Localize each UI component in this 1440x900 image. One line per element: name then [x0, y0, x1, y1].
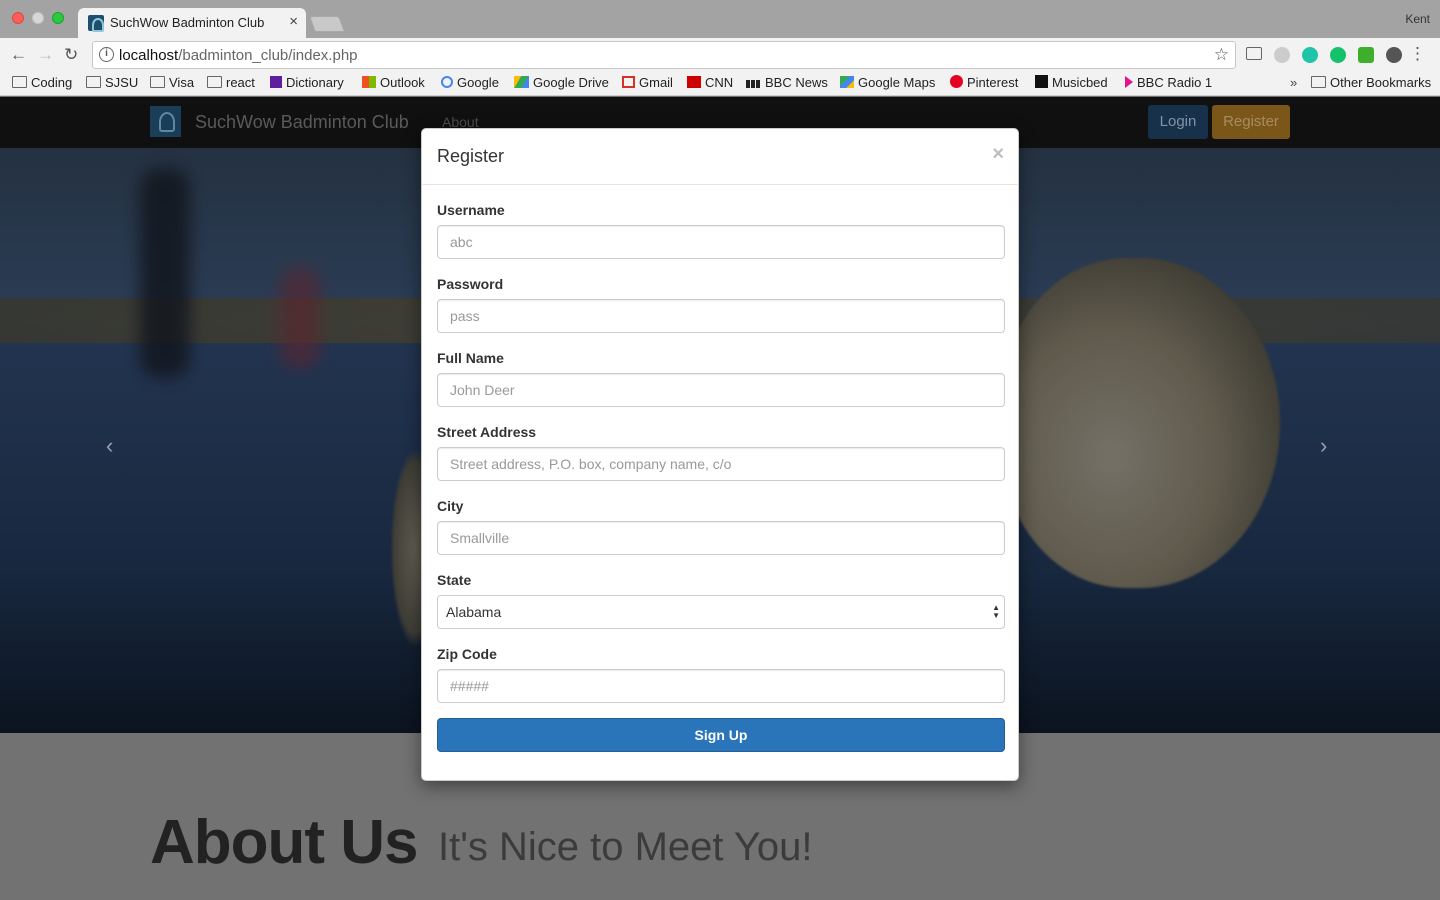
- carousel-next-icon[interactable]: ›: [1320, 433, 1327, 459]
- bookmark-pinterest[interactable]: Pinterest: [950, 75, 1018, 90]
- tab-close-icon[interactable]: ×: [289, 13, 298, 30]
- bookmark-bbc-news[interactable]: BBC News: [746, 75, 828, 90]
- modal-header: Register ×: [422, 129, 1018, 185]
- folder-icon: [207, 76, 222, 88]
- outlook-icon: [362, 76, 376, 88]
- login-button[interactable]: Login: [1148, 105, 1208, 139]
- close-icon[interactable]: ×: [992, 143, 1004, 166]
- bookmark-dictionary[interactable]: Dictionary: [270, 75, 344, 90]
- street-address-label: Street Address: [437, 424, 537, 440]
- browser-tab[interactable]: SuchWow Badminton Club ×: [78, 8, 306, 38]
- browser-menu-icon[interactable]: ⋮: [1409, 44, 1426, 64]
- zip-code-label: Zip Code: [437, 646, 497, 662]
- folder-icon: [1311, 76, 1326, 88]
- bookmarks-overflow-icon[interactable]: »: [1290, 75, 1297, 90]
- bookmark-google-drive[interactable]: Google Drive: [514, 75, 609, 90]
- musicbed-icon: [1035, 75, 1048, 88]
- about-subtitle: It's Nice to Meet You!: [438, 825, 813, 869]
- gmail-icon: [622, 76, 635, 88]
- badminton-logo-icon[interactable]: [150, 106, 181, 137]
- folder-icon: [150, 76, 165, 88]
- back-arrow-icon[interactable]: ←: [10, 45, 27, 65]
- bookmark-bbc-radio-1[interactable]: BBC Radio 1: [1125, 75, 1212, 90]
- forward-arrow-icon[interactable]: →: [37, 45, 54, 65]
- select-arrows-icon: ▲ ▼: [992, 603, 1000, 620]
- profile-name[interactable]: Kent: [1405, 12, 1430, 26]
- minimize-window-button[interactable]: [32, 12, 44, 24]
- bookmarks-bar: Coding SJSU Visa react Dictionary Outloo…: [0, 72, 1440, 96]
- register-modal: Register × Username Password Full Name S…: [421, 128, 1019, 781]
- cors-extension-icon[interactable]: [1358, 47, 1374, 63]
- cnn-icon: [687, 76, 701, 88]
- state-selected-value: Alabama: [446, 604, 502, 620]
- folder-icon: [12, 76, 27, 88]
- bookmark-musicbed[interactable]: Musicbed: [1035, 75, 1108, 90]
- close-window-button[interactable]: [12, 12, 24, 24]
- reload-icon[interactable]: ↻: [64, 45, 78, 65]
- google-drive-icon: [514, 76, 529, 88]
- bookmark-google[interactable]: Google: [441, 75, 499, 90]
- username-label: Username: [437, 202, 505, 218]
- bookmark-visa[interactable]: Visa: [150, 75, 194, 90]
- extension-arrow-icon[interactable]: [1386, 47, 1402, 63]
- url-text[interactable]: localhost/badminton_club/index.php: [119, 47, 358, 64]
- bbc-radio-icon: [1125, 76, 1133, 88]
- city-label: City: [437, 498, 464, 514]
- badminton-favicon-icon: [88, 15, 104, 32]
- full-name-input[interactable]: [437, 373, 1005, 407]
- browser-tab-bar: SuchWow Badminton Club × Kent: [0, 0, 1440, 38]
- username-input[interactable]: [437, 225, 1005, 259]
- password-label: Password: [437, 276, 504, 292]
- bookmark-outlook[interactable]: Outlook: [362, 75, 425, 90]
- folder-icon: [86, 76, 101, 88]
- bookmark-star-icon[interactable]: ☆: [1214, 45, 1229, 65]
- pinterest-icon: [950, 75, 963, 88]
- sign-up-button[interactable]: Sign Up: [437, 718, 1005, 752]
- carousel-prev-icon[interactable]: ‹: [106, 433, 113, 459]
- bookmark-google-maps[interactable]: Google Maps: [840, 75, 935, 90]
- bookmark-other[interactable]: Other Bookmarks: [1311, 75, 1431, 90]
- tab-title: SuchWow Badminton Club: [110, 15, 265, 30]
- site-brand[interactable]: SuchWow Badminton Club: [195, 112, 409, 133]
- address-bar[interactable]: i localhost/badminton_club/index.php ☆: [92, 41, 1236, 69]
- google-maps-icon: [840, 76, 854, 88]
- zip-code-input[interactable]: [437, 669, 1005, 703]
- city-input[interactable]: [437, 521, 1005, 555]
- street-address-input[interactable]: [437, 447, 1005, 481]
- bookmark-sjsu[interactable]: SJSU: [86, 75, 138, 90]
- yahoo-icon: [270, 76, 282, 88]
- password-input[interactable]: [437, 299, 1005, 333]
- bookmark-coding[interactable]: Coding: [12, 75, 72, 90]
- modal-title: Register: [437, 146, 505, 166]
- state-label: State: [437, 572, 472, 588]
- zoom-window-button[interactable]: [52, 12, 64, 24]
- browser-toolbar: ← → ↻ i localhost/badminton_club/index.p…: [0, 38, 1440, 72]
- bookmark-gmail[interactable]: Gmail: [622, 75, 673, 90]
- state-select[interactable]: Alabama ▲ ▼: [437, 595, 1005, 629]
- new-tab-button[interactable]: [309, 16, 345, 32]
- full-name-label: Full Name: [437, 350, 504, 366]
- extension-m-icon[interactable]: [1302, 47, 1318, 63]
- bookmark-react[interactable]: react: [207, 75, 255, 90]
- extension-eyedropper-icon[interactable]: [1274, 47, 1290, 63]
- info-icon[interactable]: i: [99, 47, 114, 62]
- bbc-icon: [746, 80, 761, 88]
- grammarly-icon[interactable]: [1330, 47, 1346, 63]
- cast-icon[interactable]: [1246, 47, 1262, 60]
- google-icon: [441, 76, 453, 88]
- about-title: About Us: [150, 808, 419, 877]
- bookmark-cnn[interactable]: CNN: [687, 75, 733, 90]
- register-button[interactable]: Register: [1212, 105, 1290, 139]
